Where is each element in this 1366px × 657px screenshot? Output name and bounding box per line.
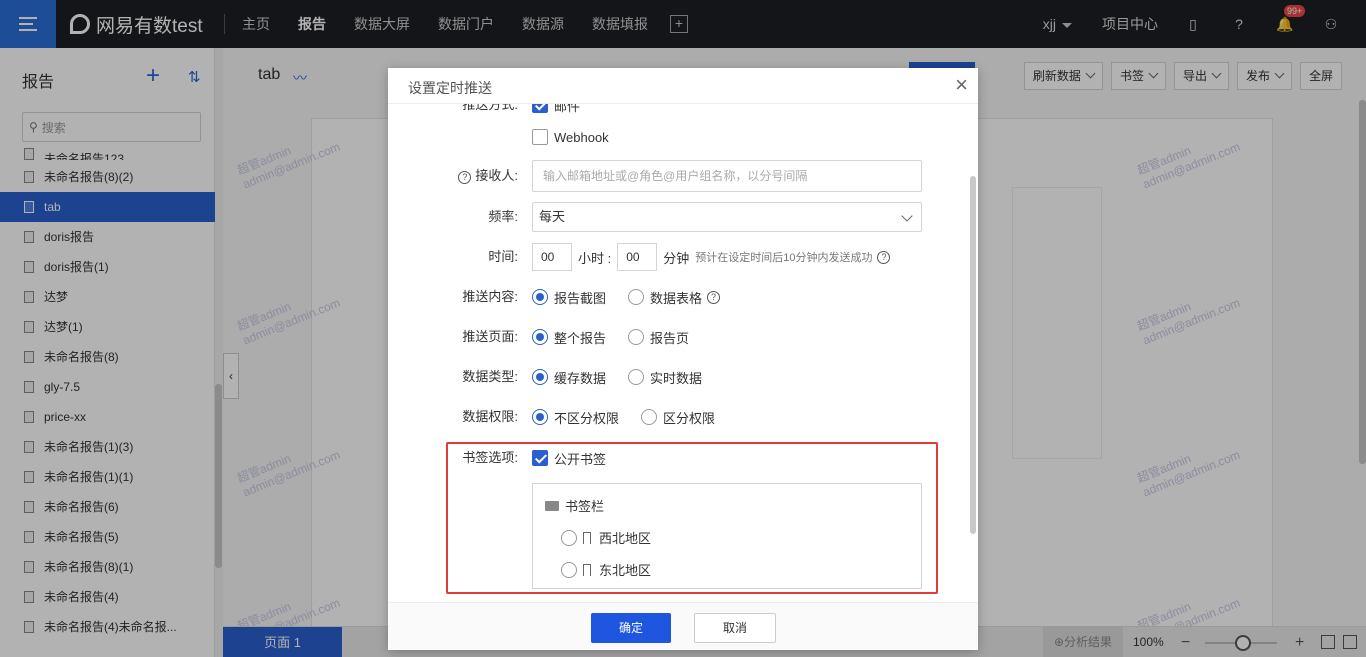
bookmark-item[interactable]: 西北地区 [561,528,651,547]
page-options: 整个报告 报告页 [532,322,711,352]
minute-unit: 分钟 [663,250,690,266]
radio-cached-data[interactable]: 缓存数据 [532,368,606,387]
bookmark-icon [583,531,591,544]
dialog-footer: 确定 取消 [388,602,978,650]
page-label: 推送页面: [462,329,518,344]
push-method-label: 推送方式: [462,104,518,112]
radio-no-permission-split[interactable]: 不区分权限 [532,408,619,427]
recipient-row: ? 接收人: 输入邮箱地址或@角色@用户组名称，以分号间隔 [388,160,948,192]
time-control: 00 小时 : 00 分钟 预计在设定时间后10分钟内发送成功 ? [532,242,891,272]
radio-unselected [628,289,645,305]
radio-data-table[interactable]: 数据表格? [628,288,721,307]
time-row: 时间: 00 小时 : 00 分钟 预计在设定时间后10分钟内发送成功 ? [388,242,948,272]
bookmark-label: 书签选项: [462,450,518,465]
bookmark-tree: 书签栏 西北地区 东北地区 [532,483,922,589]
help-icon[interactable]: ? [877,250,891,264]
bookmark-icon [583,563,591,576]
page-row: 推送页面: 整个报告 报告页 [388,322,948,352]
recipient-control: 输入邮箱地址或@角色@用户组名称，以分号间隔 [532,160,922,192]
dialog-body: 推送方式: 邮件 Webhook ? 接收人: 输入邮箱地址或@角色@用户组名称，… [388,104,978,602]
confirm-button[interactable]: 确定 [591,613,671,643]
bookmark-item[interactable]: 东北地区 [561,560,651,579]
radio-permission-split[interactable]: 区分权限 [641,408,715,427]
radio-selected [532,289,548,305]
help-icon[interactable]: ? [458,171,472,184]
cancel-button[interactable]: 取消 [694,613,776,643]
radio-selected [532,369,548,385]
frequency-select[interactable]: 每天 [532,202,922,232]
datatype-row: 数据类型: 缓存数据 实时数据 [388,362,948,392]
radio-unselected [628,329,645,345]
radio-unselected [561,561,577,578]
frequency-label: 频率: [488,209,518,224]
dialog-title: 设置定时推送 [408,80,492,96]
checkbox-checked [532,104,548,113]
scheduled-push-dialog: 设置定时推送 × 推送方式: 邮件 Webhook ? 接收人: 输入邮箱地址或@… [388,68,978,650]
frequency-control: 每天 [532,202,922,232]
hour-unit: 小时 : [578,250,612,266]
recipient-label: ? 接收人: [458,160,518,192]
minute-input[interactable]: 00 [617,243,658,271]
frequency-row: 频率: 每天 [388,202,948,232]
folder-icon [545,500,559,511]
bookmark-folder[interactable]: 书签栏 [545,496,604,515]
radio-unselected [641,409,658,425]
content-row: 推送内容: 报告截图 数据表格? [388,282,948,312]
webhook-row: Webhook [388,122,948,152]
recipient-input[interactable]: 输入邮箱地址或@角色@用户组名称，以分号间隔 [532,160,922,192]
bookmark-options: 公开书签 [532,443,628,473]
time-label: 时间: [488,249,518,264]
radio-report-page[interactable]: 报告页 [628,328,689,347]
email-checkbox[interactable]: 邮件 [532,104,580,115]
radio-selected [532,329,548,345]
radio-unselected [628,369,645,385]
checkbox-unchecked [532,129,548,145]
permission-row: 数据权限: 不区分权限 区分权限 [388,402,948,432]
radio-unselected [561,529,577,546]
bookmark-row: 书签选项: 公开书签 [388,443,948,473]
close-icon[interactable]: × [955,74,968,96]
content-options: 报告截图 数据表格? [532,282,742,312]
dialog-header: 设置定时推送 × [388,68,978,104]
radio-whole-report[interactable]: 整个报告 [532,328,606,347]
permission-label: 数据权限: [462,409,518,424]
datatype-options: 缓存数据 实时数据 [532,362,724,392]
time-hint: 预计在设定时间后10分钟内发送成功 [695,252,873,264]
push-method-options: 邮件 [532,104,602,120]
webhook-checkbox[interactable]: Webhook [532,129,609,145]
content-label: 推送内容: [462,289,518,304]
checkbox-checked [532,450,548,466]
radio-realtime-data[interactable]: 实时数据 [628,368,702,387]
radio-report-screenshot[interactable]: 报告截图 [532,288,606,307]
permission-options: 不区分权限 区分权限 [532,402,737,432]
push-method-row: 推送方式: 邮件 [388,104,948,120]
public-bookmark-checkbox[interactable]: 公开书签 [532,449,606,468]
dialog-scrollbar[interactable] [970,176,976,534]
webhook-option: Webhook [532,122,631,152]
datatype-label: 数据类型: [462,369,518,384]
help-icon[interactable]: ? [707,290,721,304]
hour-input[interactable]: 00 [532,243,572,271]
radio-selected [532,409,548,425]
